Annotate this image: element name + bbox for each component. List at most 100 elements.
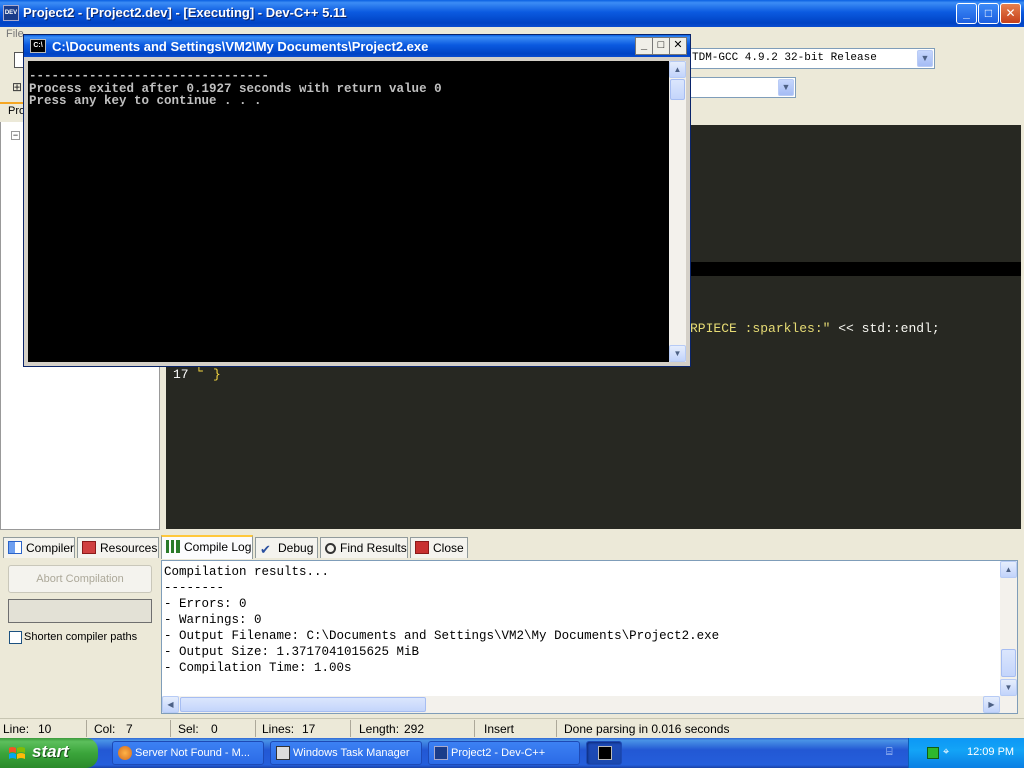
debug-icon: ✔ <box>260 542 271 557</box>
toolbar-select[interactable]: ▼ <box>688 77 796 98</box>
tab-compile-log-label: Compile Log <box>184 540 252 554</box>
tab-find-results-label: Find Results <box>340 541 407 555</box>
console-maximize-button[interactable]: □ <box>652 37 670 55</box>
close-tab-icon <box>415 541 429 554</box>
show-hidden-icons-icon[interactable]: ⌸ <box>886 746 898 760</box>
console-window[interactable]: C:\ C:\Documents and Settings\VM2\My Doc… <box>23 34 691 367</box>
chevron-down-icon[interactable]: ▼ <box>778 79 794 96</box>
shorten-paths-checkbox[interactable] <box>9 631 22 644</box>
tab-resources[interactable]: Resources <box>77 537 159 558</box>
taskbar-item-devcpp[interactable]: Project2 - Dev-C++ <box>428 741 580 765</box>
console-scrollbar[interactable]: ▲ ▼ <box>669 61 686 362</box>
browser-icon <box>118 746 132 760</box>
string-literal: RPIECE :sparkles:" <box>690 321 831 336</box>
scroll-down-icon[interactable]: ▼ <box>1000 679 1017 696</box>
status-divider <box>86 720 87 737</box>
tray-app-icon[interactable] <box>927 747 939 759</box>
tab-find-results[interactable]: Find Results <box>320 537 408 558</box>
status-lines-value: 17 <box>302 722 316 736</box>
devcpp-icon <box>434 746 448 760</box>
console-text: -------------------------------- Process … <box>29 70 442 108</box>
devcpp-app-icon[interactable]: DEV <box>3 5 19 21</box>
scroll-down-icon[interactable]: ▼ <box>669 345 686 362</box>
close-button[interactable]: ✕ <box>1000 3 1021 24</box>
compile-log-text: Compilation results... -------- - Errors: … <box>164 564 719 676</box>
console-minimize-button[interactable]: _ <box>635 37 653 55</box>
compile-progress-bar <box>8 599 152 623</box>
task-manager-icon <box>276 746 290 760</box>
abort-compilation-button[interactable]: Abort Compilation <box>8 565 152 593</box>
log-line: - Warnings: 0 <box>164 613 262 627</box>
status-sel-value: 0 <box>211 722 218 736</box>
scroll-right-icon[interactable]: ▶ <box>983 696 1000 713</box>
status-divider <box>255 720 256 737</box>
log-line: - Output Size: 1.3717041015625 MiB <box>164 645 420 659</box>
taskbar-item-task-manager[interactable]: Windows Task Manager <box>270 741 422 765</box>
menu-file[interactable]: File <box>6 28 24 40</box>
status-divider <box>474 720 475 737</box>
console-line: Press any key to continue . . . <box>29 94 262 108</box>
status-line-value: 10 <box>38 722 52 736</box>
taskbar-item-label: Server Not Found - M... <box>135 747 250 759</box>
status-message: Done parsing in 0.016 seconds <box>564 722 730 736</box>
code-line-fragment: RPIECE :sparkles:" << std::endl; <box>690 321 940 336</box>
status-divider <box>170 720 171 737</box>
status-divider <box>556 720 557 737</box>
status-lines-label: Lines: <box>262 722 295 736</box>
console-title-bar[interactable]: C:\ C:\Documents and Settings\VM2\My Doc… <box>24 35 690 57</box>
scroll-thumb[interactable] <box>1001 649 1016 677</box>
editor-highlight-band <box>688 262 1021 276</box>
status-length-value: 292 <box>404 722 425 736</box>
resources-icon <box>82 541 96 554</box>
minimize-button[interactable]: _ <box>956 3 977 24</box>
shorten-paths-label: Shorten compiler paths <box>24 631 138 643</box>
compile-log-output[interactable]: Compilation results... -------- - Errors: … <box>161 560 1018 714</box>
taskbar-item-console[interactable] <box>586 741 622 765</box>
scroll-left-icon[interactable]: ◀ <box>162 696 179 713</box>
console-icon <box>598 746 612 760</box>
maximize-button[interactable]: □ <box>978 3 999 24</box>
start-button[interactable]: start <box>0 738 98 768</box>
scroll-up-icon[interactable]: ▲ <box>669 61 686 78</box>
compile-log-icon <box>166 540 180 553</box>
status-sel-label: Sel: <box>178 722 199 736</box>
log-line: - Compilation Time: 1.00s <box>164 661 352 675</box>
taskbar-item-label: Windows Task Manager <box>293 747 410 759</box>
log-horizontal-scrollbar[interactable]: ◀ ▶ <box>162 696 1017 713</box>
log-vertical-scrollbar[interactable]: ▲ ▼ <box>1000 561 1017 696</box>
windows-logo-icon <box>8 745 26 762</box>
tab-debug-label: Debug <box>278 541 314 555</box>
log-line: Compilation results... <box>164 565 330 579</box>
tree-collapse-icon[interactable]: − <box>11 131 20 140</box>
taskbar: start Server Not Found - M... Windows Ta… <box>0 738 1024 768</box>
status-col-label: Col: <box>94 722 116 736</box>
scroll-up-icon[interactable]: ▲ <box>1000 561 1017 578</box>
tab-compiler[interactable]: Compiler <box>3 537 75 558</box>
chevron-down-icon[interactable]: ▼ <box>917 50 933 67</box>
system-tray: ⌖ 12:09 PM <box>908 738 1024 768</box>
clock[interactable]: 12:09 PM <box>967 746 1014 758</box>
tab-debug[interactable]: ✔ Debug <box>255 537 318 558</box>
tab-close[interactable]: Close <box>410 537 468 558</box>
network-icon[interactable]: ⌖ <box>943 746 959 760</box>
console-close-button[interactable]: ✕ <box>669 37 687 55</box>
console-app-icon[interactable]: C:\ <box>30 39 46 53</box>
main-title-bar[interactable]: DEV Project2 - [Project2.dev] - [Executi… <box>0 0 1024 27</box>
tab-close-label: Close <box>433 541 464 555</box>
compiler-select[interactable]: TDM-GCC 4.9.2 32-bit Release ▼ <box>688 48 935 69</box>
compiler-select-value: TDM-GCC 4.9.2 32-bit Release <box>692 52 877 64</box>
status-line-label: Line: <box>3 722 30 736</box>
tab-compile-log[interactable]: Compile Log <box>161 535 253 559</box>
scroll-thumb[interactable] <box>670 79 685 100</box>
status-length-label: Length: <box>359 722 400 736</box>
log-line: - Errors: 0 <box>164 597 247 611</box>
log-line: - Output Filename: C:\Documents and Sett… <box>164 629 720 643</box>
taskbar-item-browser[interactable]: Server Not Found - M... <box>112 741 264 765</box>
stream-operator: << <box>830 321 862 336</box>
line-number: 17 <box>173 367 189 382</box>
console-output[interactable]: -------------------------------- Process … <box>28 61 669 362</box>
status-insert-mode: Insert <box>484 722 515 736</box>
scroll-thumb[interactable] <box>180 697 426 712</box>
log-line: -------- <box>164 581 225 595</box>
start-label: start <box>32 742 69 761</box>
